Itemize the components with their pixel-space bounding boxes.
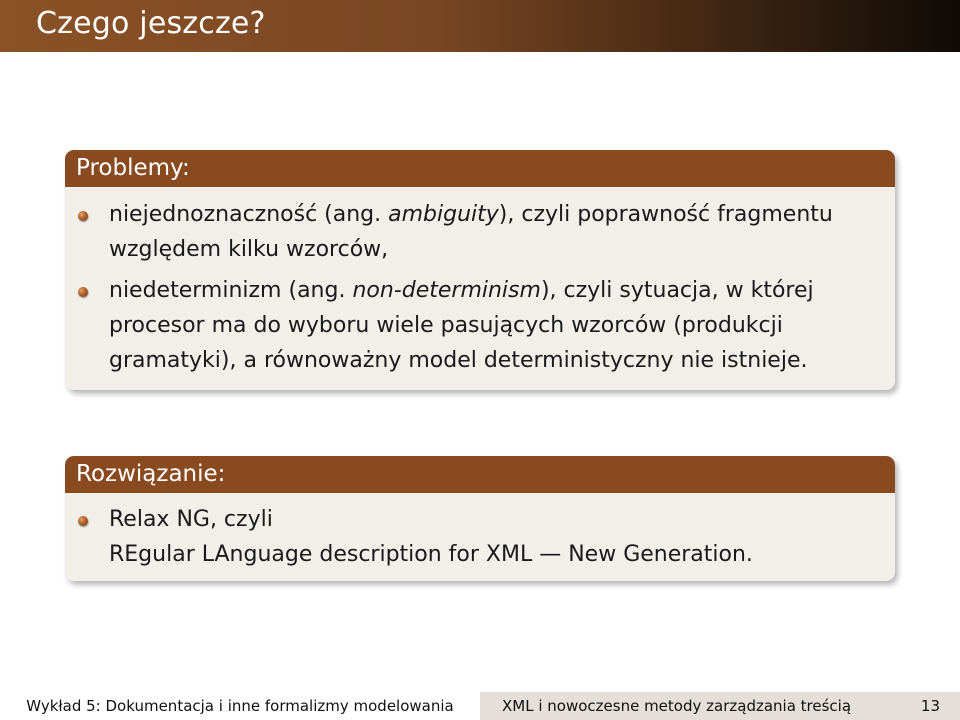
solution-heading: Rozwiązanie: [65,456,895,493]
problem-item-text-before: niejednoznaczność (ang. [109,202,389,227]
problems-body: niejednoznaczność (ang. ambiguity), czyl… [65,187,895,390]
slide-title: Czego jeszcze? [36,6,266,41]
solution-block: Rozwiązanie: Relax NG, czyli REgular LAn… [65,456,895,581]
title-bar: Czego jeszcze? [0,0,960,52]
footer: Wykład 5: Dokumentacja i inne formalizmy… [0,692,960,720]
footer-lecture-title: Wykład 5: Dokumentacja i inne formalizmy… [0,692,480,720]
problem-item-term: ambiguity [388,202,499,227]
problem-item-term: non-determinism [352,278,541,303]
bullet-icon [78,516,88,526]
problem-item-ambiguity: niejednoznaczność (ang. ambiguity), czyl… [78,197,875,267]
problems-block: Problemy: niejednoznaczność (ang. ambigu… [65,150,895,390]
footer-course-title: XML i nowoczesne metody zarządzania treś… [502,697,852,715]
page-number: 13 [920,697,940,715]
bullet-icon [78,287,88,297]
footer-right-panel: XML i nowoczesne metody zarządzania treś… [480,692,960,720]
solution-body: Relax NG, czyli REgular LAnguage descrip… [65,493,895,581]
bullet-icon [78,211,88,221]
solution-item-line2: REgular LAnguage description for XML — N… [109,542,753,567]
solution-item-line1: Relax NG, czyli [109,507,273,532]
problem-item-text-before: niedeterminizm (ang. [109,278,353,303]
solution-item-relaxng: Relax NG, czyli REgular LAnguage descrip… [78,502,875,572]
problem-item-nondeterminism: niedeterminizm (ang. non-determinism), c… [78,273,875,378]
problems-heading: Problemy: [65,150,895,187]
